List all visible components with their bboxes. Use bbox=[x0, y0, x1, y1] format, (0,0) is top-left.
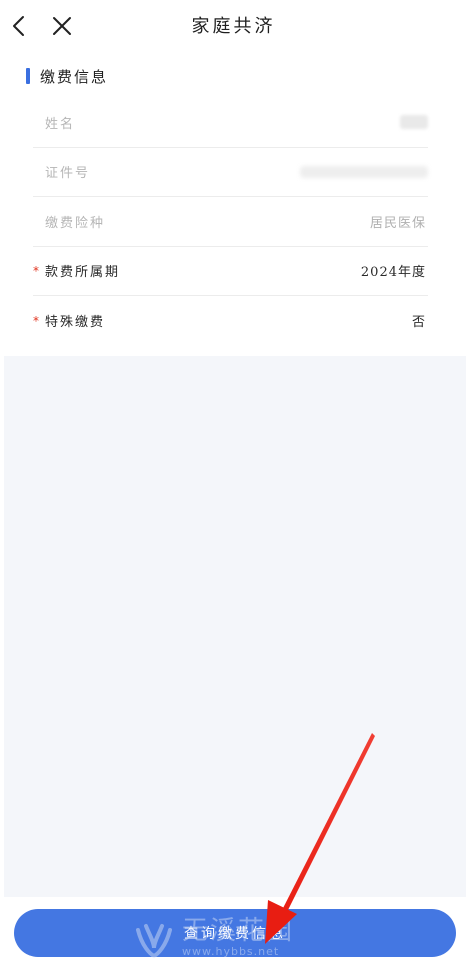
section-header: 缴费信息 bbox=[26, 66, 108, 86]
required-mark: * bbox=[33, 263, 39, 278]
payment-info-form: 姓名 证件号 缴费险种 居民医保 * 款费所属期 2024年度 * 特殊缴费 否 bbox=[33, 98, 428, 346]
required-mark: * bbox=[33, 313, 39, 328]
form-row-payment-period[interactable]: * 款费所属期 2024年度 bbox=[33, 247, 428, 296]
section-accent-bar bbox=[26, 68, 30, 84]
section-title: 缴费信息 bbox=[40, 67, 109, 86]
form-row-name: 姓名 bbox=[33, 98, 428, 148]
form-row-insurance-type: 缴费险种 居民医保 bbox=[33, 197, 428, 247]
navigation-bar: 家庭共济 bbox=[0, 0, 467, 52]
insurance-type-value: 居民医保 bbox=[369, 215, 426, 231]
name-value-redacted bbox=[400, 115, 428, 130]
name-label: 姓名 bbox=[45, 116, 76, 132]
id-number-label: 证件号 bbox=[45, 166, 91, 182]
id-number-value-redacted bbox=[300, 165, 428, 178]
special-payment-value[interactable]: 否 bbox=[412, 311, 426, 330]
form-row-special-payment[interactable]: * 特殊缴费 否 bbox=[33, 296, 428, 346]
page-title: 家庭共济 bbox=[191, 16, 276, 37]
special-payment-label: 特殊缴费 bbox=[45, 315, 106, 331]
payment-period-value[interactable]: 2024年度 bbox=[361, 261, 426, 280]
insurance-type-label: 缴费险种 bbox=[45, 215, 106, 231]
payment-period-label: 款费所属期 bbox=[45, 265, 121, 281]
query-payment-button[interactable]: 查询缴费信息 bbox=[14, 909, 456, 957]
empty-content-area bbox=[4, 356, 466, 906]
form-row-id-number: 证件号 bbox=[33, 148, 428, 197]
